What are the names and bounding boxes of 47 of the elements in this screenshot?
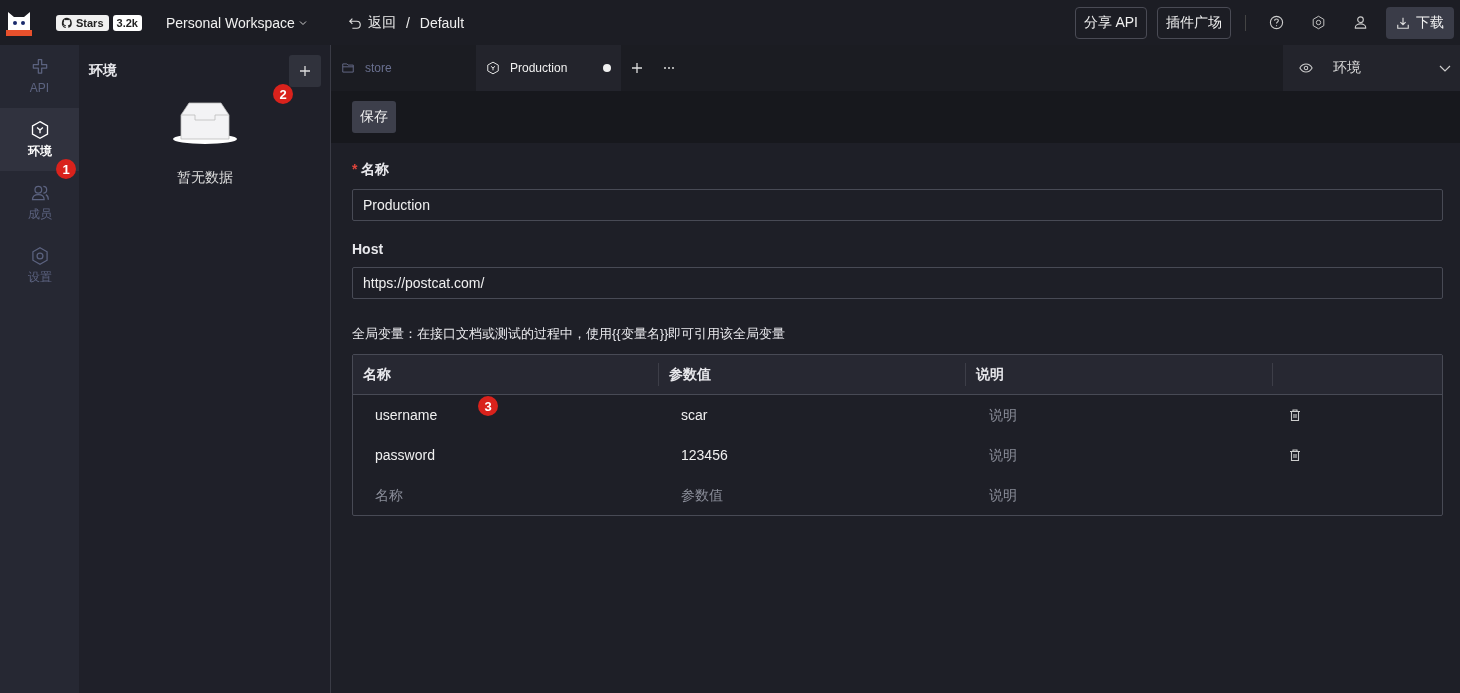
host-input[interactable]: https://postcat.com/ xyxy=(352,267,1443,299)
add-button[interactable] xyxy=(289,55,321,87)
table-cell-input[interactable]: password xyxy=(353,435,659,475)
back-link[interactable]: 返回 xyxy=(347,13,396,32)
column-header: 说明 xyxy=(966,363,1273,386)
plus-icon xyxy=(299,65,311,77)
table-cell-input[interactable]: 说明 xyxy=(966,475,1273,515)
table-cell-input[interactable]: 名称 xyxy=(353,475,659,515)
table-cell-input[interactable]: scar xyxy=(659,395,966,435)
github-stars-button[interactable]: Stars xyxy=(56,14,109,31)
download-icon xyxy=(1396,15,1410,30)
plus-icon xyxy=(631,62,643,74)
required-mark: * xyxy=(352,161,358,179)
annotation-badge: 3 xyxy=(478,396,498,416)
eye-icon xyxy=(1299,61,1313,75)
hexagon-icon xyxy=(29,119,50,140)
header-button[interactable]: 插件广场 xyxy=(1157,6,1231,39)
github-icon xyxy=(61,16,73,29)
breadcrumb-separator: / xyxy=(405,14,410,31)
gear-icon xyxy=(29,245,50,266)
header-button[interactable]: 分享 API xyxy=(1074,6,1147,39)
column-header: 参数值 xyxy=(659,363,966,386)
field-label: Host xyxy=(352,241,384,257)
stars-count: 3.2k xyxy=(112,14,142,31)
empty-state-text: 暂无数据 xyxy=(176,169,233,187)
column-header: 名称 xyxy=(353,363,659,386)
empty-inbox-icon xyxy=(170,99,239,147)
project-name: Default xyxy=(419,14,465,31)
panel-title: 环境 xyxy=(89,62,117,80)
more-icon xyxy=(663,66,675,70)
name-input[interactable]: Production xyxy=(352,189,1443,221)
table-cell-input[interactable]: 说明 xyxy=(966,435,1273,475)
tab[interactable]: store xyxy=(331,45,476,91)
environment-select[interactable]: 环境 xyxy=(1283,45,1460,91)
table-cell-input[interactable]: 123456 xyxy=(659,435,966,475)
variables-hint: 全局变量：在接口文档或测试的过程中，使用{{变量名}}即可引用该全局变量 xyxy=(352,325,787,343)
field-label: 名称 xyxy=(361,161,390,179)
folder-icon xyxy=(341,61,355,75)
hexagon-icon xyxy=(486,61,500,75)
save-button[interactable]: 保存 xyxy=(352,101,396,133)
delete-icon[interactable] xyxy=(1288,408,1302,422)
delete-icon[interactable] xyxy=(1288,448,1302,462)
download-button[interactable]: 下载 xyxy=(1386,6,1454,39)
table-cell-input[interactable]: 说明 xyxy=(966,395,1273,435)
table-cell-input[interactable]: 参数值 xyxy=(659,475,966,515)
tab[interactable]: Production xyxy=(476,45,621,91)
workspace-dropdown[interactable]: Personal Workspace xyxy=(165,14,308,31)
